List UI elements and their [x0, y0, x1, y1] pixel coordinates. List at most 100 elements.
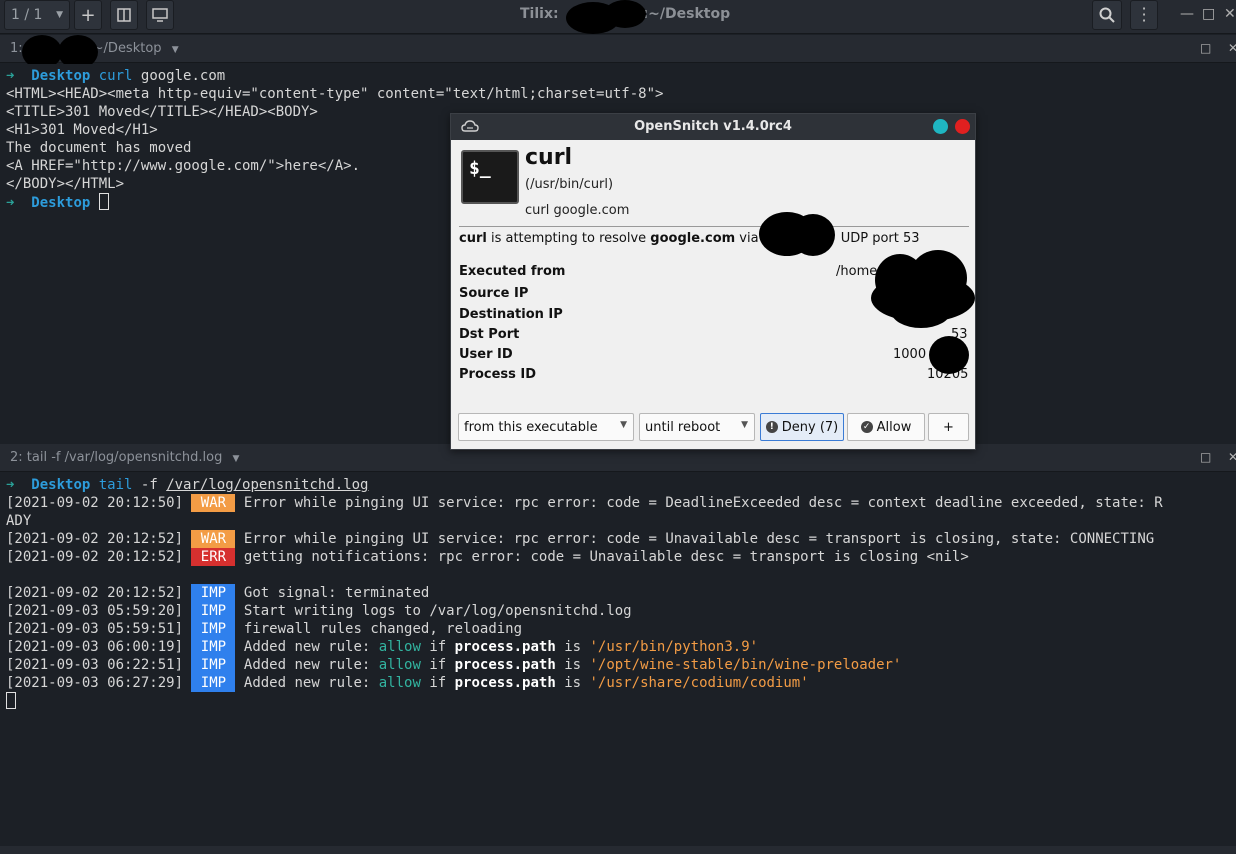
- maximize-terminal-icon[interactable]: □: [1200, 41, 1211, 55]
- session-switcher[interactable]: 1 / 1 ▼: [4, 0, 70, 30]
- prompt-arrow-icon: ➜: [6, 477, 15, 493]
- log-rule-path: '/usr/bin/python3.9': [589, 639, 759, 655]
- log-line: [2021-09-02 20:12:50] WAR Error while pi…: [6, 494, 1163, 512]
- log-level-badge: ERR: [191, 548, 236, 566]
- terminal-2-title: 2: tail -f /var/log/opensnitchd.log ▼: [10, 450, 239, 465]
- kebab-menu-icon: · · ·: [1141, 0, 1147, 30]
- terminal-2[interactable]: ➜ Desktop tail -f /var/log/opensnitchd.l…: [0, 473, 1236, 846]
- chevron-down-icon[interactable]: ▼: [172, 45, 179, 55]
- split-icon: [117, 8, 131, 22]
- log-line: [2021-09-02 20:12:52] ERR getting notifi…: [6, 548, 969, 566]
- log-rule-action: allow: [378, 675, 421, 691]
- close-icon[interactable]: ✕: [1224, 6, 1236, 22]
- message-protocol: UDP port 53: [840, 231, 920, 246]
- close-terminal-icon[interactable]: ✕: [1228, 41, 1236, 55]
- prompt-directory: Desktop: [31, 195, 91, 211]
- message-app: curl: [459, 231, 487, 246]
- log-level-badge: IMP: [191, 584, 236, 602]
- plus-icon: +: [80, 4, 96, 26]
- dialog-minimize-icon[interactable]: [933, 119, 948, 134]
- maximize-terminal-icon[interactable]: □: [1200, 450, 1211, 464]
- log-line: [2021-09-03 05:59:51] IMP firewall rules…: [6, 620, 522, 638]
- chevron-down-icon[interactable]: ▼: [232, 454, 239, 464]
- prompt-line: ➜ Desktop curl google.com: [6, 67, 225, 85]
- connection-message: curl is attempting to resolve google.com…: [459, 231, 920, 246]
- maximize-icon[interactable]: □: [1202, 6, 1215, 22]
- minimize-icon[interactable]: —: [1180, 6, 1194, 22]
- prompt-directory: Desktop: [31, 477, 91, 493]
- terminal-1-titlebar[interactable]: 1: ~/Desktop ▼ □ ✕: [0, 35, 1236, 69]
- deny-label: Deny (7): [781, 419, 839, 435]
- scope-select-value: from this executable: [464, 420, 598, 435]
- log-level-badge: IMP: [191, 602, 236, 620]
- log-rule-key: process.path: [454, 639, 556, 655]
- allow-button[interactable]: ✓ Allow: [847, 413, 925, 441]
- scope-select[interactable]: from this executable ▼: [458, 413, 634, 441]
- dialog-title: OpenSnitch v1.4.0rc4: [634, 119, 792, 134]
- label-source-ip: Source IP: [459, 286, 529, 301]
- add-terminal-button[interactable]: +: [74, 0, 102, 30]
- bottom-border: [0, 846, 1236, 854]
- window-header-bar: 1 / 1 ▼ + Tilix: :~/Desktop · · · — □ ✕: [0, 0, 1236, 34]
- label-user-id: User ID: [459, 347, 513, 362]
- label-dst-port: Dst Port: [459, 327, 520, 342]
- log-timestamp: [2021-09-03 05:59:51]: [6, 621, 184, 637]
- chevron-down-icon: ▼: [56, 10, 63, 20]
- log-rule-prefix: Added new rule:: [243, 675, 379, 691]
- search-button[interactable]: [1092, 0, 1122, 30]
- log-level-badge: IMP: [191, 620, 236, 638]
- dialog-close-icon[interactable]: [955, 119, 970, 134]
- log-rule-action: allow: [378, 657, 421, 673]
- command-name: tail: [98, 477, 133, 493]
- redaction-mark: [604, 0, 646, 28]
- value-executed-from: /home: [836, 264, 878, 279]
- log-message: Error while pinging UI service: rpc erro…: [243, 495, 1163, 511]
- divider: [459, 226, 969, 227]
- log-rule-is: is: [555, 675, 590, 691]
- terminal-1-title-prefix: 1:: [10, 41, 23, 56]
- duration-select[interactable]: until reboot ▼: [639, 413, 755, 441]
- app-cmdline: curl google.com: [525, 203, 630, 218]
- dropdown-arrow-icon: ▼: [741, 420, 748, 430]
- window-title-prefix: Tilix:: [520, 6, 559, 22]
- log-message: getting notifications: rpc error: code =…: [243, 549, 969, 565]
- log-line: [2021-09-03 05:59:20] IMP Start writing …: [6, 602, 632, 620]
- prompt-arrow-icon: ➜: [6, 68, 15, 84]
- command-args: google.com: [132, 68, 226, 84]
- more-options-button[interactable]: +: [928, 413, 969, 441]
- log-timestamp: [2021-09-03 06:27:29]: [6, 675, 184, 691]
- close-terminal-icon[interactable]: ✕: [1228, 450, 1236, 464]
- label-executed-from: Executed from: [459, 264, 566, 279]
- terminal-cursor: [6, 692, 16, 709]
- app-path: (/usr/bin/curl): [525, 177, 614, 192]
- log-message: Error while pinging UI service: rpc erro…: [243, 531, 1155, 547]
- output-line: </BODY></HTML>: [6, 176, 125, 192]
- message-host: google.com: [650, 231, 736, 246]
- log-rule-key: process.path: [454, 675, 556, 691]
- log-timestamp: [2021-09-02 20:12:52]: [6, 549, 184, 565]
- log-level-badge: IMP: [191, 656, 236, 674]
- log-message: Got signal: terminated: [243, 585, 430, 601]
- allow-check-icon: ✓: [860, 421, 873, 433]
- command-flag: -f: [132, 477, 167, 493]
- terminal-1-title-suffix: ~/Desktop: [92, 41, 162, 56]
- prompt-line: ➜ Desktop: [6, 193, 109, 212]
- menu-button[interactable]: · · ·: [1130, 0, 1158, 30]
- deny-button[interactable]: ! Deny (7): [760, 413, 844, 441]
- redaction-mark: [791, 214, 835, 256]
- output-line: <TITLE>301 Moved</TITLE></HEAD><BODY>: [6, 104, 318, 120]
- log-timestamp: [2021-09-02 20:12:52]: [6, 585, 184, 601]
- dialog-titlebar[interactable]: OpenSnitch v1.4.0rc4: [451, 114, 975, 140]
- window-title-suffix: :~/Desktop: [642, 6, 731, 22]
- redaction-mark: [891, 294, 951, 328]
- log-level-badge: WAR: [191, 494, 236, 512]
- new-session-button[interactable]: [110, 0, 138, 30]
- output-line: <H1>301 Moved</H1>: [6, 122, 158, 138]
- log-rule-prefix: Added new rule:: [243, 639, 379, 655]
- log-line: [2021-09-02 20:12:52] WAR Error while pi…: [6, 530, 1154, 548]
- allow-label: Allow: [876, 419, 912, 435]
- prompt-directory: Desktop: [31, 68, 91, 84]
- log-rule-path: '/usr/share/codium/codium': [589, 675, 809, 691]
- log-line: [2021-09-03 06:27:29] IMP Added new rule…: [6, 674, 809, 692]
- sync-input-button[interactable]: [146, 0, 174, 30]
